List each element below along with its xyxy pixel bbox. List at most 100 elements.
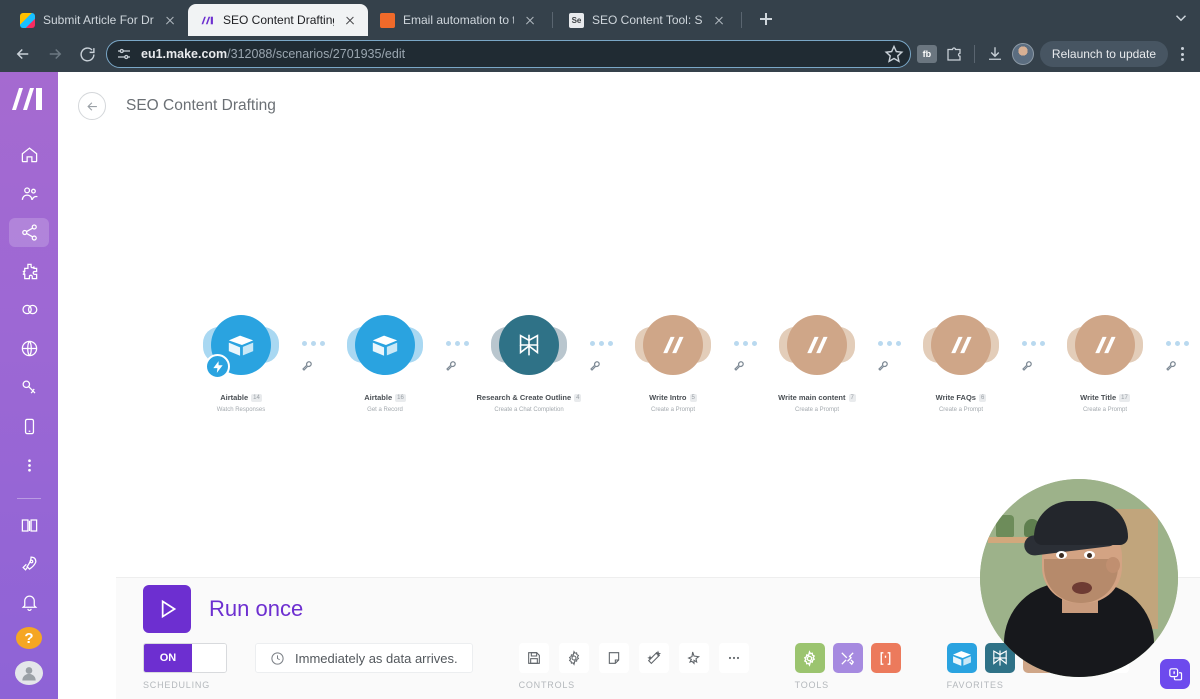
run-once-label[interactable]: Run once	[209, 596, 303, 622]
sidebar-item-whats-new[interactable]	[9, 549, 49, 578]
tab-title: SEO Content Tool: SEO Conte	[592, 13, 703, 27]
wrench-icon[interactable]	[301, 359, 313, 371]
relaunch-to-update-button[interactable]: Relaunch to update	[1039, 41, 1168, 67]
module-action: Get a Record	[367, 406, 403, 413]
forward-button[interactable]	[42, 41, 68, 67]
flow-connector	[1014, 307, 1052, 346]
variables-button[interactable]	[870, 643, 901, 673]
explore-button[interactable]	[678, 643, 709, 673]
make-logo[interactable]	[12, 86, 46, 112]
person-ear	[1106, 557, 1120, 573]
sidebar-item-home[interactable]	[9, 140, 49, 169]
module-app-name: Write Title	[1080, 393, 1117, 402]
app-sidebar: ?	[0, 72, 58, 699]
tools-button[interactable]	[794, 643, 825, 673]
loom-logo[interactable]	[1160, 659, 1190, 689]
more-controls-button[interactable]	[718, 643, 749, 673]
close-icon[interactable]	[522, 12, 538, 28]
extension-badge-fb[interactable]: fb	[916, 45, 937, 63]
module-label: Airtable 16 Get a Record	[364, 387, 406, 413]
sidebar-item-connections[interactable]	[9, 295, 49, 324]
site-settings-icon[interactable]	[115, 45, 133, 63]
utilities-button[interactable]	[832, 643, 863, 673]
arrow-left-icon	[86, 101, 97, 111]
anthropic-icon[interactable]	[931, 315, 991, 375]
controls-section-label: CONTROLS	[518, 680, 575, 690]
wrench-icon[interactable]	[1021, 359, 1033, 371]
browser-tab-2[interactable]: Email automation to tame you	[368, 4, 548, 36]
sidebar-item-devices[interactable]	[9, 412, 49, 441]
wrench-icon[interactable]	[877, 359, 889, 371]
browser-tab-1[interactable]: SEO Content Drafting | Make	[188, 4, 368, 36]
new-tab-button[interactable]	[752, 5, 780, 33]
module-node[interactable]: Airtable 14 Watch Responses	[188, 307, 312, 413]
sidebar-item-scenarios[interactable]	[9, 217, 49, 247]
run-once-button[interactable]	[143, 585, 191, 633]
wrench-icon[interactable]	[445, 359, 457, 371]
close-icon[interactable]	[342, 12, 358, 28]
back-button[interactable]	[10, 41, 36, 67]
schedule-setting-button[interactable]: Immediately as data arrives.	[255, 643, 473, 673]
wrench-icon[interactable]	[733, 359, 745, 371]
sidebar-item-templates[interactable]	[9, 257, 49, 286]
address-bar[interactable]: eu1.make.com/312088/scenarios/2701935/ed…	[106, 40, 911, 68]
bookmark-star-icon[interactable]	[884, 44, 904, 64]
back-to-scenarios-button[interactable]	[78, 92, 106, 120]
module-badge: 17	[1119, 393, 1130, 402]
help-button[interactable]: ?	[16, 627, 42, 650]
orange-square-icon	[380, 12, 395, 28]
gear-icon	[568, 650, 579, 666]
close-icon[interactable]	[162, 12, 178, 28]
module-node[interactable]: Google Docs3 Create a Document	[1196, 307, 1200, 413]
module-node[interactable]: Airtable 16 Get a Record	[332, 307, 456, 413]
se-icon: Se	[569, 12, 584, 28]
browser-menu-icon[interactable]	[1174, 43, 1190, 65]
module-flow: Airtable 14 Watch Responses Airtable 16 …	[188, 307, 1200, 413]
sidebar-item-more[interactable]	[9, 451, 49, 480]
avatar[interactable]	[15, 661, 43, 685]
wrench-icon[interactable]	[589, 359, 601, 371]
perplexity-icon[interactable]	[499, 315, 559, 375]
gear-icon	[803, 649, 816, 667]
browser-tab-3[interactable]: Se SEO Content Tool: SEO Conte	[557, 4, 737, 36]
anthropic-icon[interactable]	[1075, 315, 1135, 375]
module-label: Airtable 14 Watch Responses	[217, 387, 265, 413]
people-icon	[21, 187, 38, 200]
schedule-text: Immediately as data arrives.	[295, 650, 458, 666]
close-icon[interactable]	[711, 12, 727, 28]
save-button[interactable]	[518, 643, 549, 673]
sidebar-item-webhooks[interactable]	[9, 334, 49, 363]
sidebar-item-teams[interactable]	[9, 179, 49, 208]
sidebar-item-docs[interactable]	[9, 511, 49, 540]
module-node[interactable]: Write Title 17 Create a Prompt	[1052, 307, 1176, 413]
reload-button[interactable]	[74, 41, 100, 67]
sidebar-item-notifications[interactable]	[9, 588, 49, 617]
favorite-airtable-button[interactable]	[946, 643, 977, 673]
downloads-icon[interactable]	[984, 43, 1006, 65]
anthropic-icon[interactable]	[643, 315, 703, 375]
module-node[interactable]: Write Intro 5 Create a Prompt	[620, 307, 744, 413]
chevron-down-icon[interactable]	[1172, 9, 1190, 27]
flow-connector	[438, 307, 476, 346]
extensions-puzzle-icon[interactable]	[943, 43, 965, 65]
auto-align-button[interactable]	[638, 643, 669, 673]
notes-button[interactable]	[598, 643, 629, 673]
clock-icon	[271, 651, 284, 665]
scheduling-section-label: SCHEDULING	[143, 680, 211, 690]
airtable-box-icon[interactable]	[355, 315, 415, 375]
module-node[interactable]: Write main content 7 Create a Prompt	[764, 307, 888, 413]
person-pupil	[1059, 552, 1064, 558]
scheduling-toggle[interactable]: ON	[143, 643, 227, 673]
settings-button[interactable]	[558, 643, 589, 673]
module-badge: 5	[689, 393, 697, 402]
scenario-canvas[interactable]: SEO Content Drafting Airtable 14 Watch R…	[58, 72, 1200, 699]
module-node[interactable]: Write FAQs 6 Create a Prompt	[908, 307, 1032, 413]
anthropic-icon[interactable]	[787, 315, 847, 375]
profile-avatar[interactable]	[1011, 43, 1034, 65]
browser-tab-0[interactable]: Submit Article For Drafting - A	[8, 4, 188, 36]
wrench-icon[interactable]	[1165, 359, 1177, 371]
module-node[interactable]: Research & Create Outline 4 Create a Chat…	[476, 307, 600, 413]
presenter-webcam-bubble[interactable]	[980, 479, 1178, 677]
toggle-off-area	[192, 644, 226, 672]
sidebar-item-keys[interactable]	[9, 373, 49, 402]
